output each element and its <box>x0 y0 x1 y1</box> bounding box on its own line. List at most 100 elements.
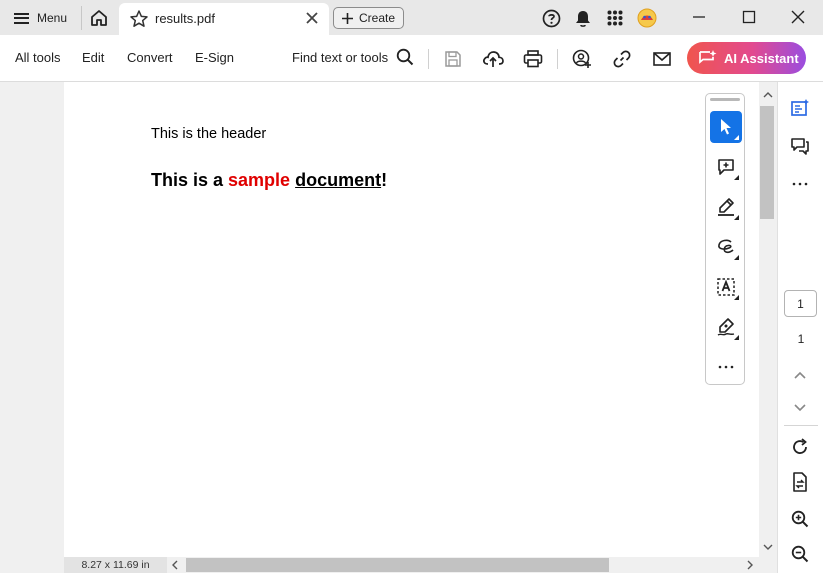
comments-button[interactable] <box>788 134 812 158</box>
text-recognize-icon <box>717 278 735 296</box>
close-icon[interactable] <box>305 11 319 30</box>
total-pages: 1 <box>797 332 805 346</box>
current-page-input[interactable]: 1 <box>784 290 817 317</box>
vertical-scroll-thumb[interactable] <box>760 106 774 219</box>
notifications-button[interactable] <box>572 7 594 29</box>
title-part: This is a <box>151 170 229 190</box>
sign-tool[interactable] <box>710 311 742 343</box>
text-recognition-tool[interactable] <box>710 271 742 303</box>
horizontal-scroll-thumb[interactable] <box>186 558 609 572</box>
profile-icon <box>637 8 657 28</box>
profile-button[interactable] <box>636 7 658 29</box>
share-user-icon <box>572 49 591 68</box>
page-size-indicator: 8.27 x 11.69 in <box>64 557 167 573</box>
upload-icon <box>483 51 504 67</box>
zoom-in-icon <box>791 510 809 528</box>
title-red-word: sample <box>228 170 291 190</box>
comments-icon <box>791 138 809 155</box>
add-comment-tool[interactable] <box>710 151 742 183</box>
link-button[interactable] <box>610 47 634 71</box>
window-close-icon <box>791 10 805 24</box>
hamburger-icon <box>14 12 29 24</box>
quick-tools-panel <box>705 93 745 385</box>
help-button[interactable] <box>540 7 562 29</box>
chevron-down-icon[interactable] <box>763 544 773 550</box>
refresh-button[interactable] <box>788 435 812 459</box>
panel-button[interactable] <box>788 96 812 120</box>
ai-assistant-button[interactable]: AI Assistant <box>687 42 806 74</box>
chevron-down-icon <box>794 404 806 412</box>
sign-pen-icon <box>717 318 735 336</box>
convert-file-button[interactable] <box>788 470 812 494</box>
chevron-up-icon[interactable] <box>763 92 773 98</box>
menu-e-sign[interactable]: E-Sign <box>195 50 234 65</box>
ai-icon <box>699 50 717 64</box>
minimize-button[interactable] <box>686 5 712 29</box>
panel-icon <box>791 99 809 116</box>
maximize-icon <box>742 10 756 24</box>
share-button[interactable] <box>570 47 594 71</box>
divider <box>557 49 558 69</box>
previous-page-button[interactable] <box>788 363 812 387</box>
apps-grid-icon <box>607 10 623 26</box>
apps-button[interactable] <box>604 7 626 29</box>
ai-assistant-label: AI Assistant <box>724 50 799 66</box>
more-tools-button[interactable] <box>710 351 742 383</box>
next-page-button[interactable] <box>788 396 812 420</box>
tab-results[interactable]: results.pdf <box>119 3 329 35</box>
tab-bar: Menu results.pdf Create <box>0 0 823 35</box>
save-button[interactable] <box>441 47 465 71</box>
menu-all-tools[interactable]: All tools <box>15 50 61 65</box>
print-button[interactable] <box>521 47 545 71</box>
comment-add-icon <box>718 159 734 175</box>
maximize-button[interactable] <box>736 5 762 29</box>
chevron-right-icon[interactable] <box>747 560 753 570</box>
main-toolbar: All tools Edit Convert E-Sign Find text … <box>0 35 823 82</box>
more-icon <box>792 182 808 186</box>
bell-icon <box>576 10 590 27</box>
more-options-button[interactable] <box>788 172 812 196</box>
star-icon[interactable] <box>129 9 149 34</box>
create-button[interactable]: Create <box>333 7 404 29</box>
pdf-page[interactable]: This is the header This is a sample docu… <box>64 82 759 557</box>
document-title: This is a sample document! <box>151 170 387 191</box>
find-label: Find text or tools <box>292 49 389 65</box>
create-label: Create <box>358 11 396 25</box>
home-icon <box>91 10 107 26</box>
document-header-text: This is the header <box>151 126 267 142</box>
document-viewport[interactable]: This is the header This is a sample docu… <box>0 82 777 573</box>
menu-button[interactable]: Menu <box>8 5 73 31</box>
mail-button[interactable] <box>650 47 674 71</box>
drag-handle[interactable] <box>710 98 740 101</box>
highlighter-icon <box>718 198 734 216</box>
plus-icon <box>341 12 353 24</box>
chevron-up-icon <box>794 371 806 379</box>
zoom-out-icon <box>791 545 809 563</box>
tab-title: results.pdf <box>155 11 215 26</box>
title-end: ! <box>381 170 388 190</box>
upload-button[interactable] <box>481 47 505 71</box>
select-cursor-icon <box>721 119 731 135</box>
zoom-out-button[interactable] <box>788 542 812 566</box>
highlight-tool[interactable] <box>710 191 742 223</box>
home-button[interactable] <box>86 6 112 30</box>
title-underlined-word: document <box>295 170 382 190</box>
link-icon <box>613 50 631 68</box>
more-icon <box>718 365 734 369</box>
select-tool[interactable] <box>710 111 742 143</box>
help-icon <box>542 9 560 27</box>
zoom-in-button[interactable] <box>788 507 812 531</box>
file-convert-icon <box>793 472 807 492</box>
right-rail: 1 1 <box>777 82 823 573</box>
print-icon <box>523 50 543 68</box>
menu-label: Menu <box>37 11 68 25</box>
window-close-button[interactable] <box>785 5 811 29</box>
menu-edit[interactable]: Edit <box>82 50 104 65</box>
menu-convert[interactable]: Convert <box>127 50 173 65</box>
divider <box>784 425 818 426</box>
draw-tool[interactable] <box>710 231 742 263</box>
find-text-tools[interactable]: Find text or tools <box>292 48 414 66</box>
refresh-icon <box>793 438 807 454</box>
divider <box>428 49 429 69</box>
chevron-left-icon[interactable] <box>172 560 178 570</box>
